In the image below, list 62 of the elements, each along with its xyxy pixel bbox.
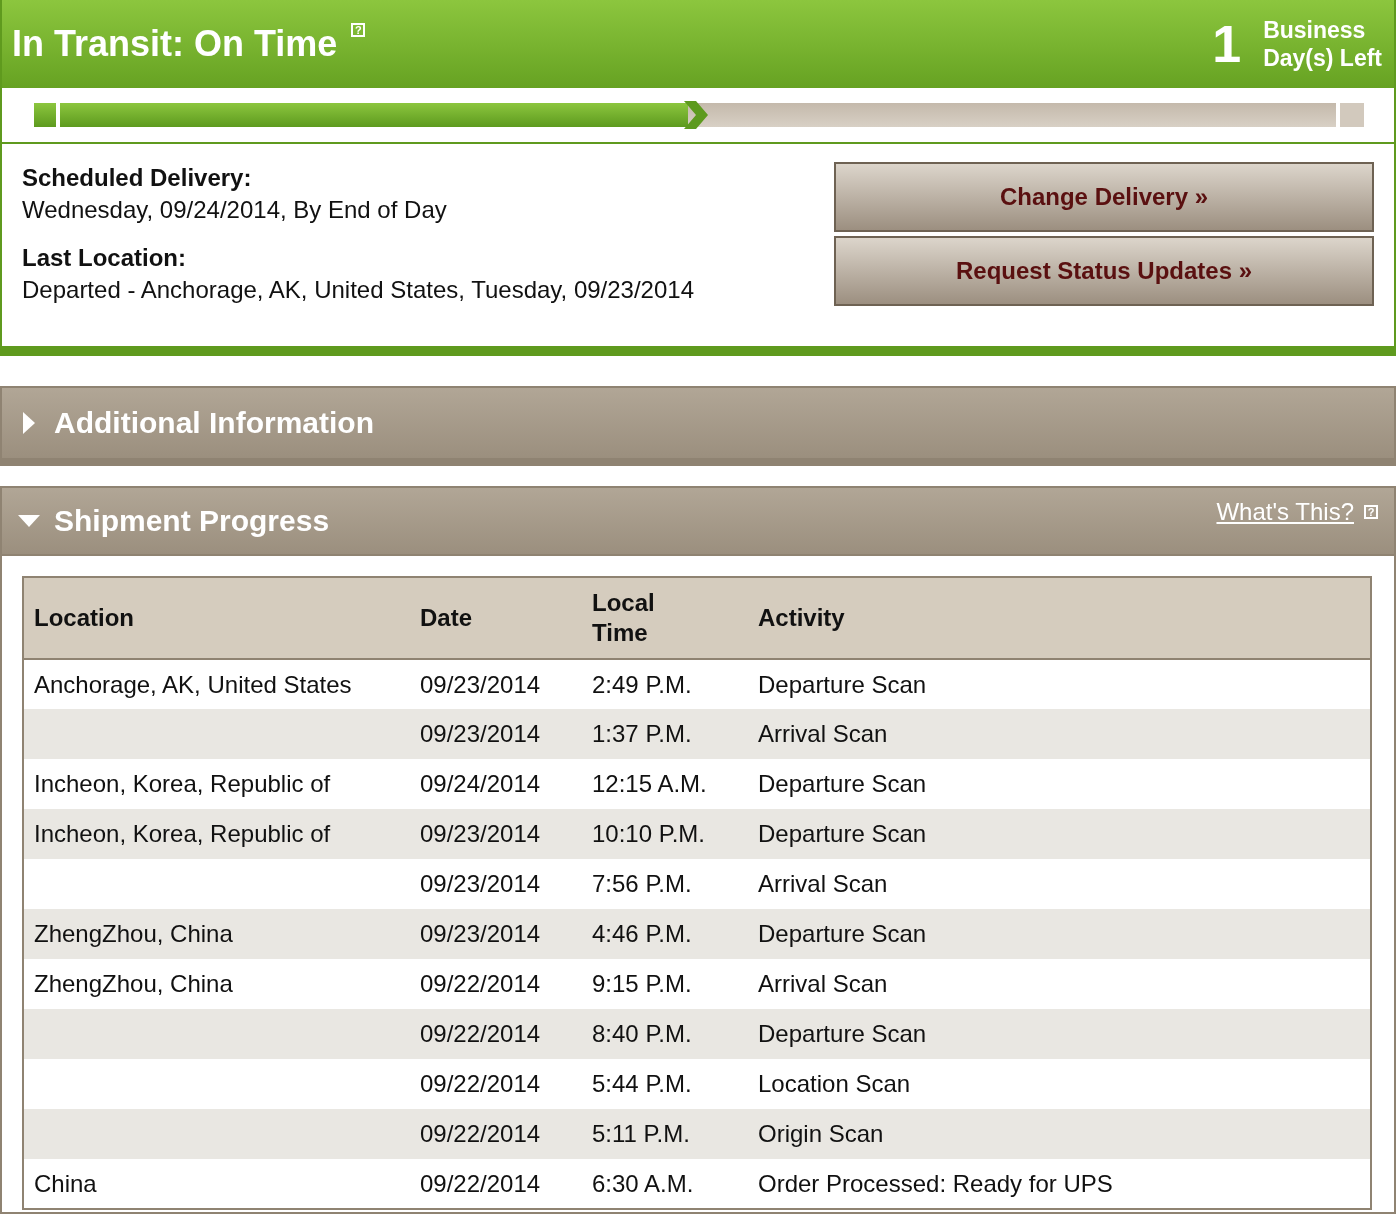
scheduled-value: Wednesday, 09/24/2014, By End of Day [22,195,448,225]
table-cell: ZhengZhou, China [23,909,410,959]
table-cell: 09/24/2014 [410,759,582,809]
table-cell: China [23,1159,410,1209]
table-cell: 09/23/2014 [410,659,582,709]
days-label: Day(s) Left [1263,44,1382,72]
scheduled-label: Scheduled Delivery: [22,163,253,193]
table-cell: 09/22/2014 [410,1009,582,1059]
table-cell: Departure Scan [748,1009,1371,1059]
location-value: Departed - Anchorage, AK, United States, Tuesday, 09/23/2014 [22,275,694,305]
table-cell: 09/22/2014 [410,1159,582,1209]
table-cell: 12:15 A.M. [582,759,748,809]
table-cell: 8:40 P.M. [582,1009,748,1059]
days-label: Business [1263,16,1367,44]
table-cell: Arrival Scan [748,709,1371,759]
column-header: Location [23,577,410,659]
table-cell: 4:46 P.M. [582,909,748,959]
column-header: Local Time [582,577,748,659]
table-cell: Location Scan [748,1059,1371,1109]
action-button[interactable]: Request Status Updates » [834,236,1374,306]
table-cell: Departure Scan [748,909,1371,959]
table-cell: 5:44 P.M. [582,1059,748,1109]
days-count: 1 [1212,14,1242,74]
table-cell: 1:37 P.M. [582,709,748,759]
table-cell: Arrival Scan [748,959,1371,1009]
section-title: Additional Information [54,406,374,440]
table-cell: Anchorage, AK, United States [23,659,410,709]
table-cell: 2:49 P.M. [582,659,748,709]
table-cell: Origin Scan [748,1109,1371,1159]
table-cell: 09/23/2014 [410,709,582,759]
table-cell: Order Processed: Ready for UPS [748,1159,1371,1209]
table-cell: Incheon, Korea, Republic of [23,759,410,809]
table-cell: 09/23/2014 [410,809,582,859]
status-title: In Transit: On Time [12,23,338,65]
table-cell: 09/22/2014 [410,959,582,1009]
table-cell: ZhengZhou, China [23,959,410,1009]
action-button[interactable]: Change Delivery » [834,162,1374,232]
table-cell: Departure Scan [748,659,1371,709]
help-icon[interactable]: ? [1364,505,1378,519]
table-cell: 6:30 A.M. [582,1159,748,1209]
table-cell: Departure Scan [748,759,1371,809]
whats-this-link[interactable]: What's This? [1216,498,1354,526]
table-cell: 09/23/2014 [410,859,582,909]
table-cell: Departure Scan [748,809,1371,859]
table-cell: 09/22/2014 [410,1109,582,1159]
section-header[interactable]: Additional Information [0,386,1396,466]
table-cell: 5:11 P.M. [582,1109,748,1159]
section-header[interactable]: Shipment Progress What's This? ? [0,486,1396,556]
section-title: Shipment Progress [54,504,330,538]
table-cell: 9:15 P.M. [582,959,748,1009]
table-cell: Incheon, Korea, Republic of [23,809,410,859]
table-cell: 10:10 P.M. [582,809,748,859]
help-icon[interactable]: ? [351,23,366,37]
table-cell: 09/23/2014 [410,909,582,959]
progress-end-segment [1340,103,1364,127]
table-cell: 09/22/2014 [410,1059,582,1109]
column-header: Date [410,577,582,659]
table-cell: Arrival Scan [748,859,1371,909]
location-label: Last Location: [22,243,187,273]
column-header: Activity [748,577,1371,659]
progress-start-segment [34,103,56,127]
table-cell: 7:56 P.M. [582,859,748,909]
